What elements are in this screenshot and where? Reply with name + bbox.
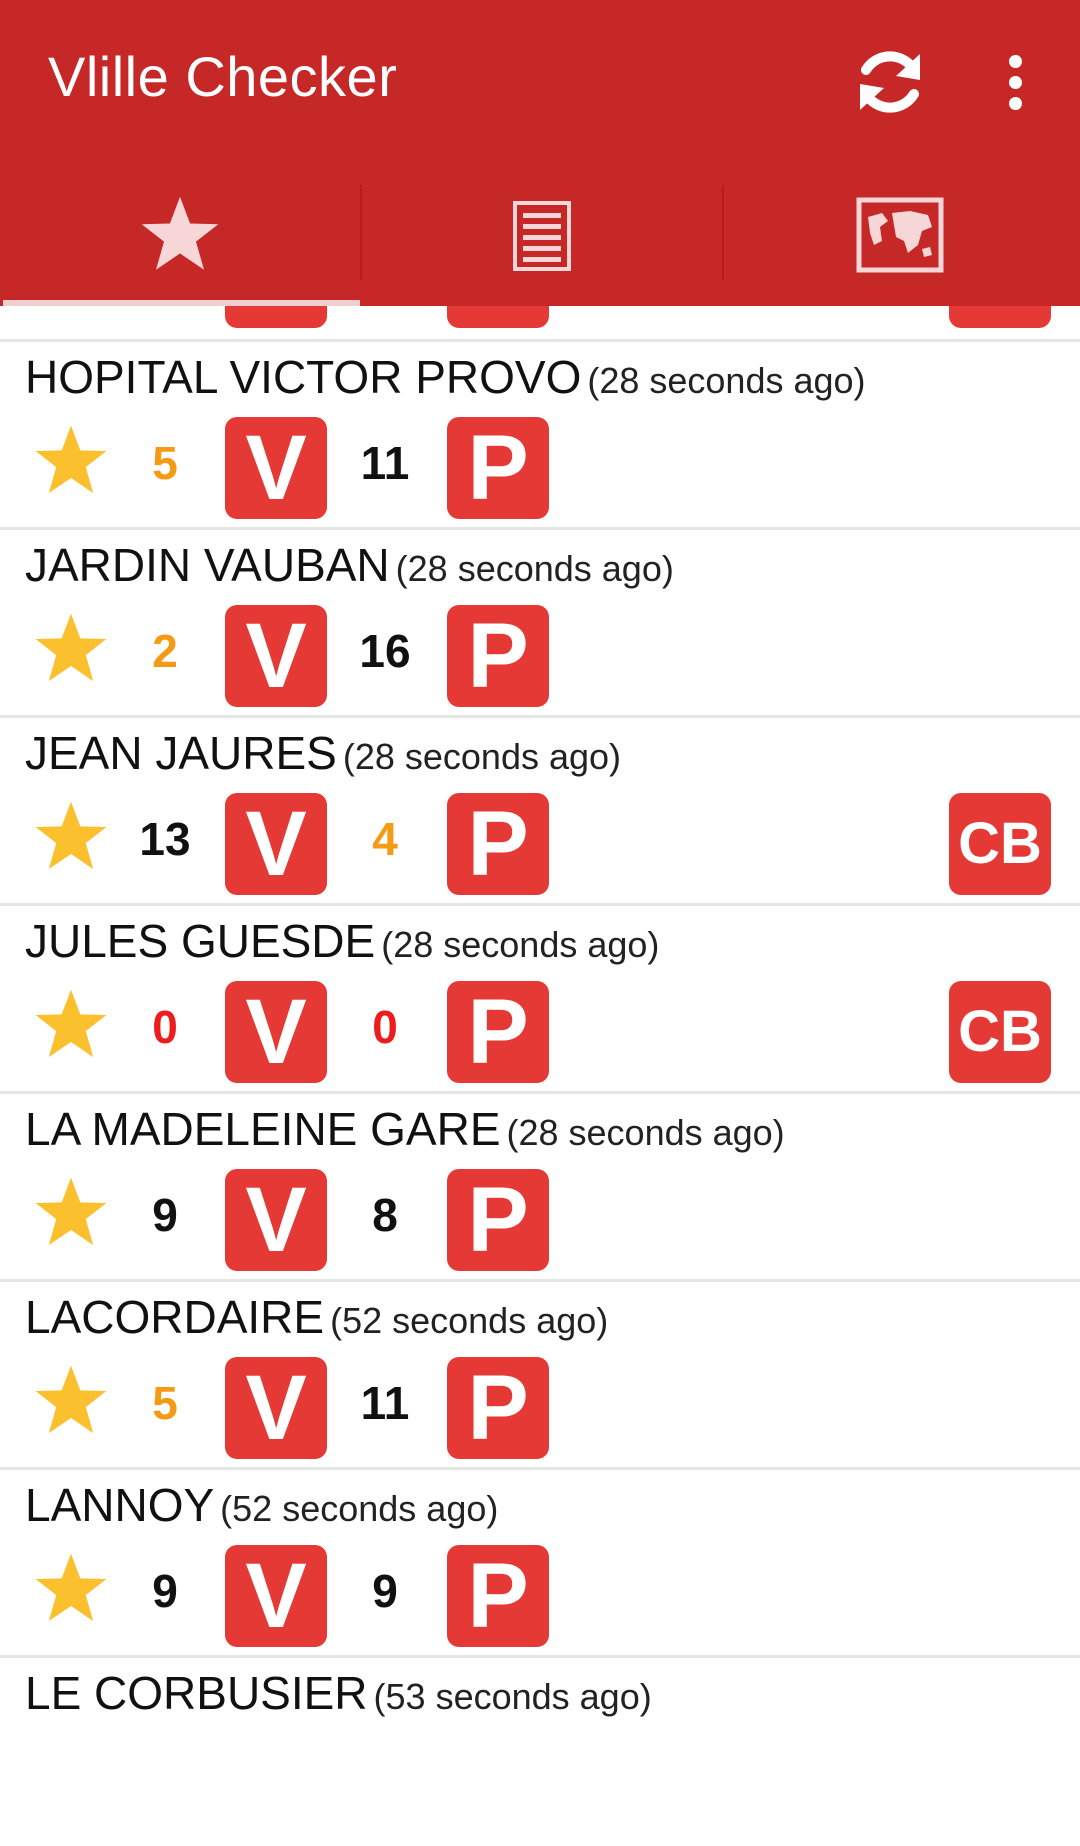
parking-badge: P bbox=[447, 1169, 549, 1271]
station-name-text: HOPITAL VICTOR PROVO bbox=[25, 351, 582, 403]
station-name-text: LE CORBUSIER bbox=[25, 1667, 368, 1719]
station-name: JULES GUESDE (28 seconds ago) bbox=[25, 914, 659, 968]
app-bar: Vlille Checker bbox=[0, 0, 1080, 306]
bikes-badge: V bbox=[225, 1357, 327, 1459]
tab-map[interactable] bbox=[720, 185, 1080, 306]
station-name: LACORDAIRE (52 seconds ago) bbox=[25, 1290, 608, 1344]
more-dot-icon bbox=[1009, 76, 1022, 89]
station-row[interactable]: JARDIN VAUBAN (28 seconds ago) 2 V 16 P bbox=[0, 530, 1080, 718]
available-bikes-count: 2 bbox=[152, 625, 178, 677]
last-update-text: (52 seconds ago) bbox=[330, 1300, 609, 1341]
bikes-badge: V bbox=[225, 417, 327, 519]
favorite-star-icon[interactable] bbox=[32, 800, 110, 874]
station-row[interactable]: JEAN JAURES (28 seconds ago) 13 V 4 P CB bbox=[0, 718, 1080, 906]
station-name-text: LANNOY bbox=[25, 1479, 215, 1531]
station-row[interactable]: HOPITAL VICTOR PROVO (28 seconds ago) 5 V 11… bbox=[0, 342, 1080, 530]
station-name-text: JEAN JAURES bbox=[25, 727, 337, 779]
last-update-text: (28 seconds ago) bbox=[506, 1112, 785, 1153]
bikes-badge: V bbox=[225, 793, 327, 895]
station-name: JARDIN VAUBAN (28 seconds ago) bbox=[25, 538, 674, 592]
available-bikes-count: 9 bbox=[152, 1565, 178, 1617]
station-name-text: JARDIN VAUBAN bbox=[25, 539, 390, 591]
available-parking-count: 16 bbox=[359, 625, 411, 677]
tab-list[interactable] bbox=[362, 185, 722, 306]
available-parking-count: 0 bbox=[372, 1001, 398, 1053]
station-row[interactable]: LA MADELEINE GARE (28 seconds ago) 9 V 8 P bbox=[0, 1094, 1080, 1282]
available-parking-count: 11 bbox=[360, 1377, 410, 1429]
selected-tab-indicator bbox=[3, 300, 360, 306]
station-row[interactable]: LE CORBUSIER (53 seconds ago) bbox=[0, 1658, 1080, 1846]
star-icon bbox=[141, 196, 219, 270]
station-row[interactable]: LANNOY (52 seconds ago) 9 V 9 P bbox=[0, 1470, 1080, 1658]
parking-badge: P bbox=[447, 417, 549, 519]
favorite-star-icon[interactable] bbox=[32, 988, 110, 1062]
available-bikes-count: 9 bbox=[152, 1189, 178, 1241]
available-bikes-count: 5 bbox=[152, 437, 178, 489]
station-name: HOPITAL VICTOR PROVO (28 seconds ago) bbox=[25, 350, 866, 404]
available-parking-count: 4 bbox=[372, 813, 398, 865]
last-update-text: (28 seconds ago) bbox=[395, 548, 674, 589]
last-update-text: (28 seconds ago) bbox=[342, 736, 622, 777]
station-name: JEAN JAURES (28 seconds ago) bbox=[25, 726, 621, 780]
list-item-partial-top bbox=[0, 300, 1080, 340]
card-payment-badge: CB bbox=[949, 981, 1051, 1083]
available-parking-count: 9 bbox=[372, 1565, 398, 1617]
available-bikes-count: 13 bbox=[139, 813, 191, 865]
bikes-badge: V bbox=[225, 605, 327, 707]
more-dot-icon bbox=[1009, 97, 1022, 110]
last-update-text: (52 seconds ago) bbox=[220, 1488, 499, 1529]
bikes-badge: V bbox=[225, 1545, 327, 1647]
last-update-text: (28 seconds ago) bbox=[587, 360, 866, 401]
available-bikes-count: 0 bbox=[152, 1001, 178, 1053]
station-name-text: JULES GUESDE bbox=[25, 915, 376, 967]
parking-badge: P bbox=[447, 1545, 549, 1647]
more-options-button[interactable] bbox=[985, 40, 1045, 124]
favorite-star-icon[interactable] bbox=[32, 1364, 110, 1438]
favorite-star-icon[interactable] bbox=[32, 424, 110, 498]
station-name: LANNOY (52 seconds ago) bbox=[25, 1478, 498, 1532]
station-name: LE CORBUSIER (53 seconds ago) bbox=[25, 1666, 652, 1720]
available-parking-count: 8 bbox=[372, 1189, 398, 1241]
bikes-badge: V bbox=[225, 1169, 327, 1271]
last-update-text: (53 seconds ago) bbox=[373, 1676, 652, 1717]
refresh-button[interactable] bbox=[848, 40, 932, 124]
station-name-text: LA MADELEINE GARE bbox=[25, 1103, 501, 1155]
parking-badge: P bbox=[447, 605, 549, 707]
station-row[interactable]: LACORDAIRE (52 seconds ago) 5 V 11 P bbox=[0, 1282, 1080, 1470]
parking-badge: P bbox=[447, 793, 549, 895]
more-dot-icon bbox=[1009, 55, 1022, 68]
bikes-badge: V bbox=[225, 981, 327, 1083]
available-parking-count: 11 bbox=[360, 437, 410, 489]
parking-badge: P bbox=[447, 981, 549, 1083]
favorite-star-icon[interactable] bbox=[32, 1552, 110, 1626]
list-icon bbox=[513, 201, 571, 271]
station-name-text: LACORDAIRE bbox=[25, 1291, 325, 1343]
tab-favorites[interactable] bbox=[0, 185, 360, 306]
station-row[interactable]: JULES GUESDE (28 seconds ago) 0 V 0 P CB bbox=[0, 906, 1080, 1094]
parking-badge: P bbox=[447, 1357, 549, 1459]
app-title: Vlille Checker bbox=[48, 45, 398, 108]
card-payment-badge: CB bbox=[949, 793, 1051, 895]
favorite-star-icon[interactable] bbox=[32, 1176, 110, 1250]
refresh-icon bbox=[860, 51, 920, 113]
favorite-star-icon[interactable] bbox=[32, 612, 110, 686]
station-name: LA MADELEINE GARE (28 seconds ago) bbox=[25, 1102, 785, 1156]
last-update-text: (28 seconds ago) bbox=[381, 924, 660, 965]
tab-bar bbox=[0, 185, 1080, 306]
available-bikes-count: 5 bbox=[152, 1377, 178, 1429]
map-icon bbox=[856, 197, 944, 273]
